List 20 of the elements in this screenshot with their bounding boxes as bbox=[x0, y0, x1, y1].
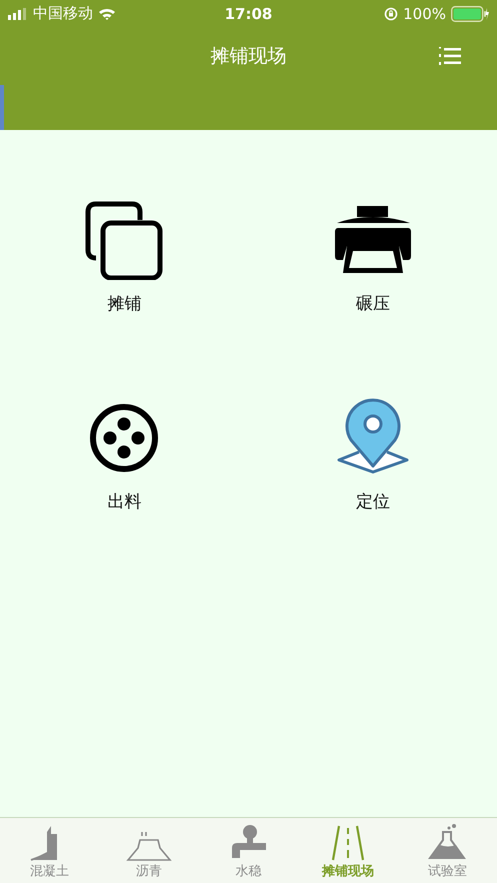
list-menu-button[interactable] bbox=[439, 47, 461, 65]
status-time: 17:08 bbox=[224, 4, 272, 22]
battery-icon bbox=[451, 6, 489, 22]
menu-item[interactable]: 摊铺 bbox=[0, 200, 248, 315]
menu-item[interactable]: 碾压 bbox=[248, 200, 497, 315]
tab[interactable]: 水稳 bbox=[198, 818, 298, 883]
tab[interactable]: 沥青 bbox=[99, 818, 199, 883]
screen-title: 摊铺现场 bbox=[210, 44, 286, 69]
tab[interactable]: 摊铺现场 bbox=[298, 818, 398, 883]
tab[interactable]: 试验室 bbox=[398, 818, 497, 883]
copy-icon bbox=[84, 200, 164, 280]
battery-percent: 100% bbox=[403, 4, 446, 22]
scroll-marker bbox=[0, 85, 4, 130]
wifi-icon bbox=[98, 7, 116, 20]
menu-item[interactable]: 定位 bbox=[248, 398, 497, 513]
signal-icon bbox=[8, 8, 28, 20]
menu-item[interactable]: 出料 bbox=[0, 398, 248, 513]
carrier-name: 中国移动 bbox=[33, 4, 93, 23]
tab[interactable]: 混凝土 bbox=[0, 818, 100, 883]
rotation-lock-icon bbox=[384, 6, 398, 20]
